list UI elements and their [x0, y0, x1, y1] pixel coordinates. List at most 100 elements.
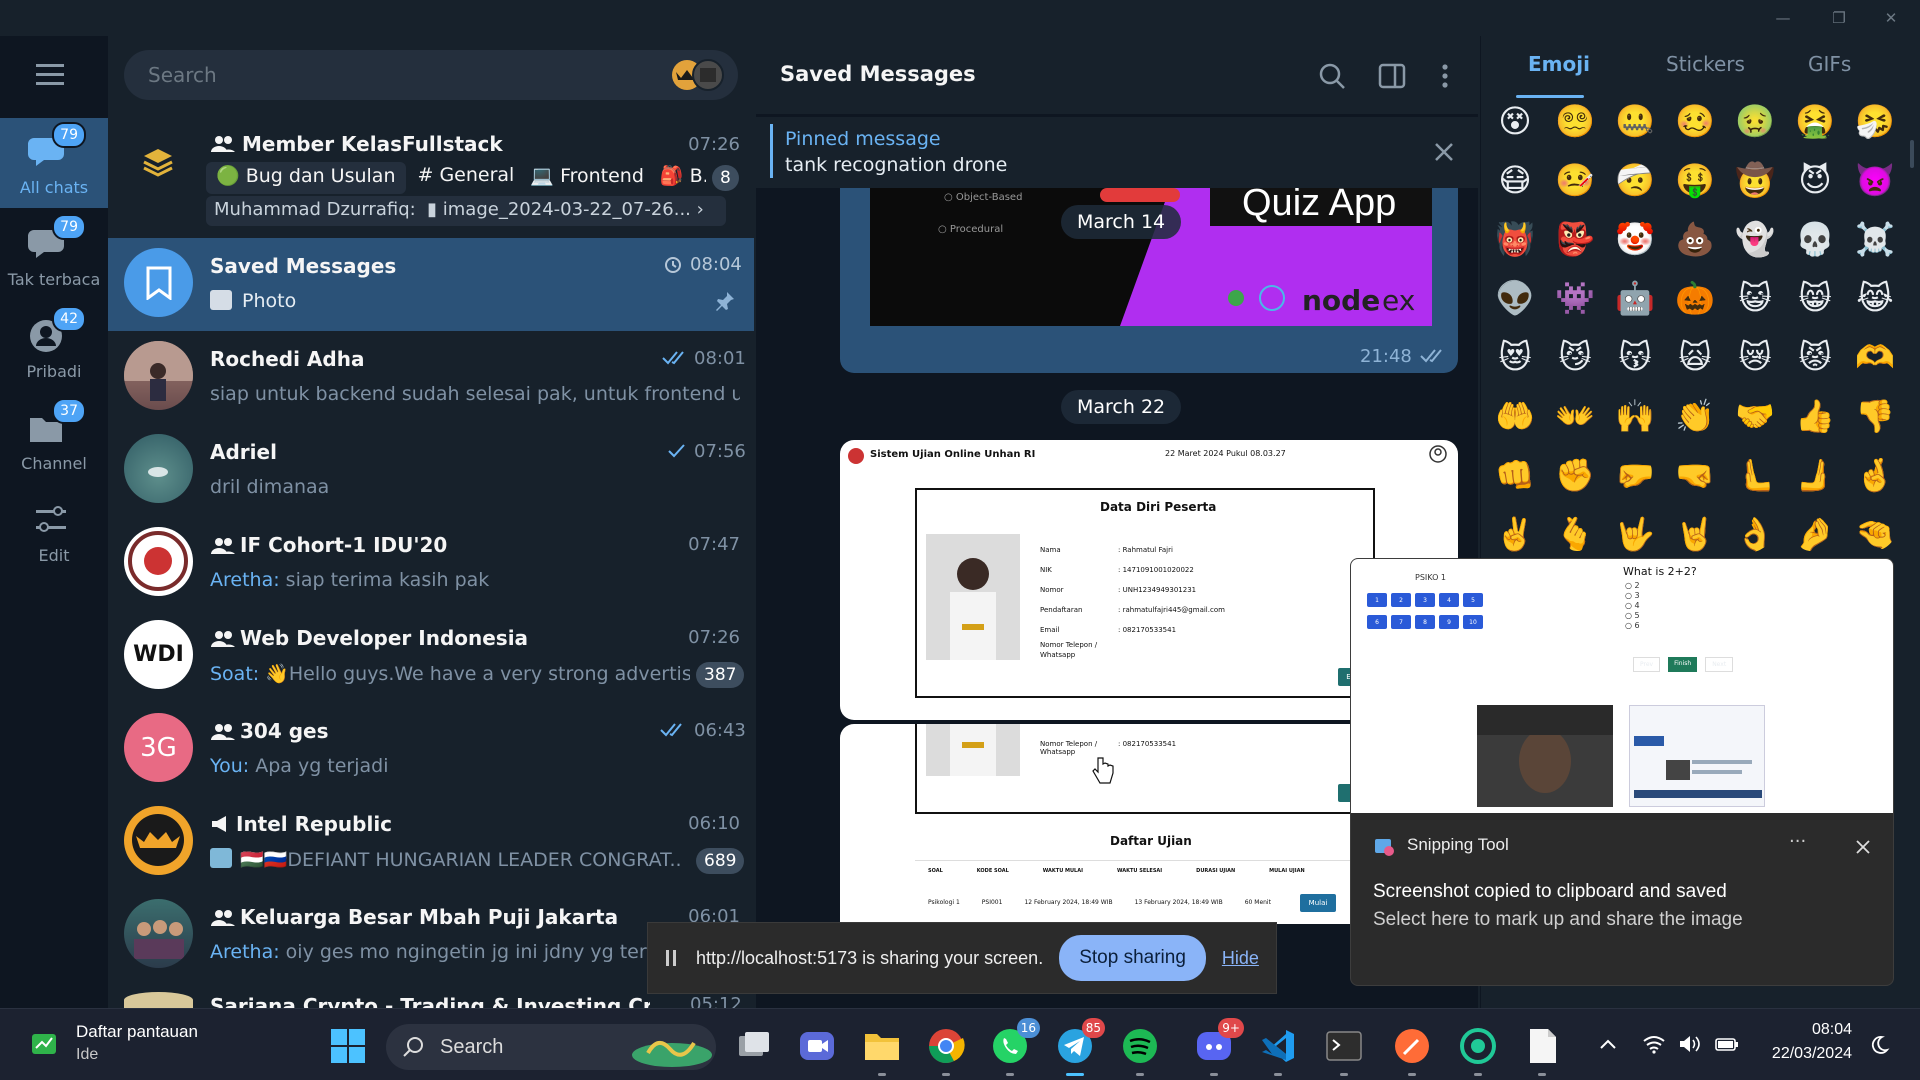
emoji-item[interactable]: 🤐	[1614, 100, 1656, 142]
folder-channel[interactable]: 37 Channel	[0, 394, 108, 484]
clock-date[interactable]: 22/03/2024	[1756, 1045, 1852, 1063]
emoji-item[interactable]: 🤡	[1614, 218, 1656, 260]
close-icon[interactable]	[1855, 839, 1871, 855]
emoji-item[interactable]: 🤘	[1674, 513, 1716, 555]
taskbar-search[interactable]: Search	[386, 1024, 716, 1070]
telegram-icon[interactable]: 85	[1055, 1018, 1105, 1076]
terminal-icon[interactable]	[1324, 1026, 1364, 1076]
pinned-bar[interactable]	[756, 116, 1478, 188]
tab-gifs[interactable]: GIFs	[1808, 52, 1851, 76]
search-input[interactable]: Search	[124, 50, 738, 100]
stock-widget-icon[interactable]	[30, 1030, 58, 1058]
search-icon[interactable]	[1318, 62, 1346, 90]
emoji-item[interactable]: 🤲	[1494, 395, 1536, 437]
chat-row[interactable]	[108, 796, 754, 889]
scrollbar[interactable]	[1910, 140, 1914, 168]
emoji-item[interactable]: 🙌	[1614, 395, 1656, 437]
sidebar-toggle-icon[interactable]	[1378, 62, 1406, 90]
folder-unread[interactable]: 79 Tak terbaca	[0, 210, 108, 300]
emoji-item[interactable]: 😼	[1554, 336, 1596, 378]
emoji-item[interactable]: 🤖	[1614, 277, 1656, 319]
emoji-item[interactable]: 😈	[1794, 159, 1836, 201]
emoji-item[interactable]: 👍	[1794, 395, 1836, 437]
chat-row-partial[interactable]: Sarjana Crypto - Trading & Investing Cry…	[210, 994, 650, 1008]
more-vertical-icon[interactable]	[1438, 62, 1452, 90]
emoji-item[interactable]: 🤠	[1734, 159, 1776, 201]
chat-row[interactable]	[108, 517, 754, 610]
emoji-item[interactable]: 🤢	[1734, 100, 1776, 142]
battery-icon[interactable]	[1714, 1034, 1740, 1054]
emoji-item[interactable]: 🫷	[1734, 454, 1776, 496]
widget-title[interactable]: Daftar pantauan	[76, 1022, 198, 1042]
wifi-icon[interactable]	[1642, 1034, 1666, 1054]
folder-all-chats[interactable]: 79 All chats	[0, 118, 108, 208]
emoji-item[interactable]: 😻	[1494, 336, 1536, 378]
emoji-item[interactable]: ☠️	[1854, 218, 1896, 260]
emoji-item[interactable]: 👿	[1854, 159, 1896, 201]
chat-row[interactable]	[108, 331, 754, 424]
topic-chip[interactable]: # General	[414, 162, 519, 194]
emoji-item[interactable]: 🤮	[1794, 100, 1836, 142]
emoji-item[interactable]: 🤛	[1614, 454, 1656, 496]
emoji-item[interactable]: 🤞	[1854, 454, 1896, 496]
emoji-item[interactable]: 👽	[1494, 277, 1536, 319]
emoji-item[interactable]: 👐	[1554, 395, 1596, 437]
emoji-item[interactable]: 👻	[1734, 218, 1776, 260]
discord-icon[interactable]: 9+	[1194, 1018, 1244, 1076]
do-not-disturb-icon[interactable]	[1868, 1034, 1890, 1056]
emoji-item[interactable]: ✊	[1554, 454, 1596, 496]
emoji-item[interactable]: 🤜	[1674, 454, 1716, 496]
emoji-item[interactable]: 😵	[1494, 100, 1536, 142]
chat-row[interactable]	[108, 610, 754, 703]
emoji-item[interactable]: 😸	[1794, 277, 1836, 319]
tab-stickers[interactable]: Stickers	[1666, 52, 1745, 76]
chrome-icon[interactable]	[926, 1026, 966, 1076]
emoji-item[interactable]: 🤟	[1614, 513, 1656, 555]
clock-time[interactable]: 08:04	[1756, 1021, 1852, 1039]
menu-icon[interactable]	[36, 62, 72, 88]
task-view-icon[interactable]	[733, 1026, 773, 1066]
emoji-item[interactable]: 👹	[1494, 218, 1536, 260]
restore-button[interactable]: ❐	[1816, 0, 1862, 36]
topic-chip[interactable]: 💻 Frontend	[526, 162, 648, 194]
chat-row[interactable]	[108, 424, 754, 517]
emoji-item[interactable]: 👊	[1494, 454, 1536, 496]
vscode-icon[interactable]	[1258, 1026, 1298, 1076]
emoji-item[interactable]: 😵‍💫	[1554, 100, 1596, 142]
emoji-item[interactable]: ✌️	[1494, 513, 1536, 555]
postman-icon[interactable]	[1392, 1026, 1432, 1076]
emoji-item[interactable]: 🫶	[1854, 336, 1896, 378]
emoji-item[interactable]: 👌	[1734, 513, 1776, 555]
emoji-item[interactable]: 😿	[1734, 336, 1776, 378]
folder-edit[interactable]: Edit	[0, 486, 108, 576]
topic-chip[interactable]: 🎒 B...	[656, 162, 706, 194]
emoji-item[interactable]: 🫰	[1554, 513, 1596, 555]
emoji-item[interactable]: 🤑	[1674, 159, 1716, 201]
emoji-item[interactable]: 🎃	[1674, 277, 1716, 319]
chat-title[interactable]: Saved Messages	[780, 62, 976, 86]
hide-link[interactable]: Hide	[1222, 948, 1259, 969]
emoji-item[interactable]: 🫸	[1794, 454, 1836, 496]
volume-icon[interactable]	[1678, 1034, 1702, 1054]
chevron-up-icon[interactable]	[1598, 1034, 1618, 1054]
emoji-item[interactable]: 💩	[1674, 218, 1716, 260]
close-icon[interactable]	[1434, 142, 1454, 162]
emoji-item[interactable]: 💀	[1794, 218, 1836, 260]
whatsapp-icon[interactable]: 16	[990, 1018, 1040, 1076]
close-button[interactable]: ✕	[1868, 0, 1914, 36]
emoji-item[interactable]: 😹	[1854, 277, 1896, 319]
snipping-toast[interactable]: PSIKO 1 1 2 3 4 5 6 7 8 9 10 What is 2+2? ○ 2 ○ 3 ○…	[1350, 558, 1894, 986]
emoji-item[interactable]: 🙀	[1674, 336, 1716, 378]
windows-start-icon[interactable]	[328, 1026, 368, 1066]
folder-personal[interactable]: 42 Pribadi	[0, 302, 108, 392]
emoji-item[interactable]: 🥴	[1674, 100, 1716, 142]
emoji-item[interactable]: 🤒	[1554, 159, 1596, 201]
meet-icon[interactable]	[797, 1026, 837, 1066]
minimize-button[interactable]: —	[1760, 0, 1806, 36]
emoji-item[interactable]: 👾	[1554, 277, 1596, 319]
file-explorer-icon[interactable]	[862, 1026, 902, 1076]
notepad-icon[interactable]	[1522, 1026, 1562, 1076]
emoji-item[interactable]: 🤌	[1794, 513, 1836, 555]
spotify-icon[interactable]	[1120, 1026, 1160, 1076]
chat-row-selected[interactable]	[108, 238, 754, 331]
